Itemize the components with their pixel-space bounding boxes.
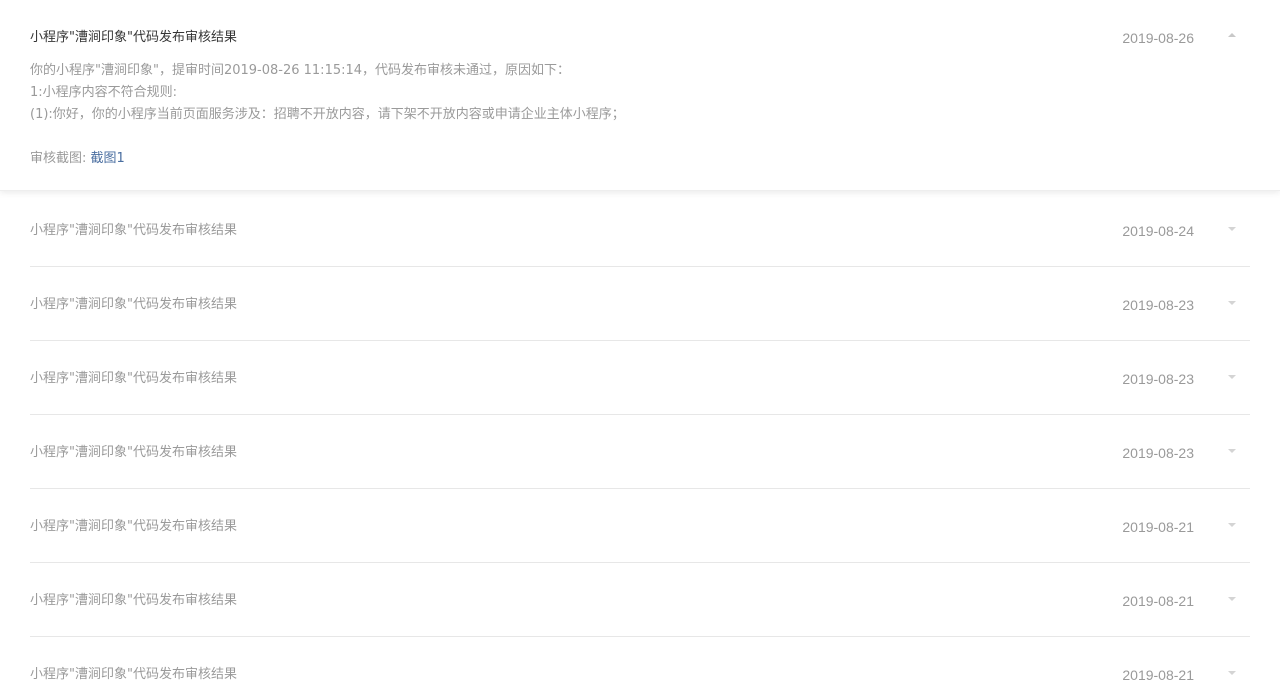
chevron-up-icon[interactable] bbox=[1228, 33, 1236, 37]
notice-row-title: 小程序"漕涧印象"代码发布审核结果 bbox=[30, 371, 237, 386]
expanded-notice[interactable]: 小程序"漕涧印象"代码发布审核结果 2019-08-26 你的小程序"漕涧印象"… bbox=[0, 0, 1280, 191]
notice-row-title: 小程序"漕涧印象"代码发布审核结果 bbox=[30, 667, 237, 682]
notice-row[interactable]: 小程序"漕涧印象"代码发布审核结果 2019-08-21 bbox=[30, 489, 1250, 563]
notice-row-date: 2019-08-23 bbox=[1122, 371, 1194, 387]
notice-row[interactable]: 小程序"漕涧印象"代码发布审核结果 2019-08-23 bbox=[30, 267, 1250, 341]
notice-row-title: 小程序"漕涧印象"代码发布审核结果 bbox=[30, 223, 237, 238]
notice-body: 你的小程序"漕涧印象"，提审时间2019-08-26 11:15:14，代码发布… bbox=[30, 60, 625, 170]
screenshot-line: 审核截图: 截图1 bbox=[30, 148, 625, 170]
screenshot-link[interactable]: 截图1 bbox=[91, 151, 125, 166]
chevron-down-icon[interactable] bbox=[1228, 227, 1236, 231]
notice-row[interactable]: 小程序"漕涧印象"代码发布审核结果 2019-08-24 bbox=[30, 193, 1250, 267]
notice-row[interactable]: 小程序"漕涧印象"代码发布审核结果 2019-08-21 bbox=[30, 563, 1250, 637]
notice-title: 小程序"漕涧印象"代码发布审核结果 bbox=[30, 30, 237, 45]
notice-row-date: 2019-08-24 bbox=[1122, 223, 1194, 239]
notice-row[interactable]: 小程序"漕涧印象"代码发布审核结果 2019-08-21 bbox=[30, 637, 1250, 699]
notice-row-title: 小程序"漕涧印象"代码发布审核结果 bbox=[30, 297, 237, 312]
chevron-down-icon[interactable] bbox=[1228, 523, 1236, 527]
notice-row-title: 小程序"漕涧印象"代码发布审核结果 bbox=[30, 519, 237, 534]
notice-row[interactable]: 小程序"漕涧印象"代码发布审核结果 2019-08-23 bbox=[30, 415, 1250, 489]
notice-row[interactable]: 小程序"漕涧印象"代码发布审核结果 2019-08-23 bbox=[30, 341, 1250, 415]
notice-line: 1:小程序内容不符合规则: bbox=[30, 85, 178, 100]
notice-line: 你的小程序"漕涧印象"，提审时间2019-08-26 11:15:14，代码发布… bbox=[30, 63, 571, 78]
screenshot-label: 审核截图: bbox=[30, 151, 91, 166]
notice-row-date: 2019-08-21 bbox=[1122, 667, 1194, 683]
notice-row-date: 2019-08-23 bbox=[1122, 297, 1194, 313]
chevron-down-icon[interactable] bbox=[1228, 449, 1236, 453]
notice-row-date: 2019-08-23 bbox=[1122, 445, 1194, 461]
chevron-down-icon[interactable] bbox=[1228, 375, 1236, 379]
notice-row-title: 小程序"漕涧印象"代码发布审核结果 bbox=[30, 445, 237, 460]
notice-row-date: 2019-08-21 bbox=[1122, 593, 1194, 609]
notice-date: 2019-08-26 bbox=[1122, 30, 1194, 46]
chevron-down-icon[interactable] bbox=[1228, 597, 1236, 601]
notice-row-date: 2019-08-21 bbox=[1122, 519, 1194, 535]
chevron-down-icon[interactable] bbox=[1228, 301, 1236, 305]
notice-line: (1):你好，你的小程序当前页面服务涉及：招聘不开放内容，请下架不开放内容或申请… bbox=[30, 107, 625, 122]
notice-row-title: 小程序"漕涧印象"代码发布审核结果 bbox=[30, 593, 237, 608]
chevron-down-icon[interactable] bbox=[1228, 671, 1236, 675]
